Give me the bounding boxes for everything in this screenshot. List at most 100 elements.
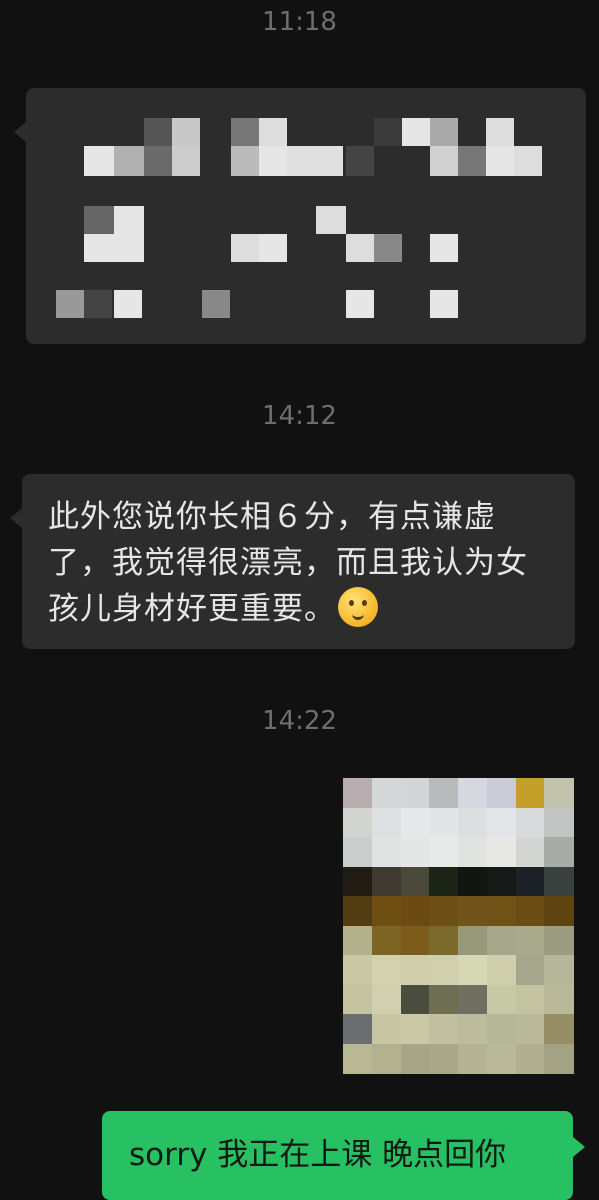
mosaic-pixel bbox=[544, 866, 574, 897]
mosaic-pixel bbox=[371, 837, 402, 868]
mosaic-pixel bbox=[400, 837, 430, 868]
mosaic-pixel bbox=[515, 1014, 545, 1045]
mosaic-pixel bbox=[515, 896, 545, 927]
mosaic-pixel bbox=[515, 807, 545, 838]
mosaic-pixel bbox=[544, 925, 574, 956]
mosaic-pixel bbox=[430, 146, 458, 176]
mosaic-pixel bbox=[458, 984, 488, 1015]
message-body: 此外您说你长相６分，有点谦虚了，我觉得很漂亮，而且我认为女孩儿身材好更重要。 bbox=[48, 499, 528, 627]
mosaic-pixel bbox=[515, 984, 545, 1015]
mosaic-pixel bbox=[429, 955, 459, 986]
outgoing-message-text[interactable]: sorry 我正在上课 晚点回你 bbox=[102, 1111, 585, 1200]
mosaic-pixel bbox=[430, 234, 458, 262]
timestamp-3: 14:22 bbox=[262, 706, 337, 736]
mosaic-pixel bbox=[343, 837, 373, 868]
mosaic-pixel bbox=[458, 925, 488, 956]
mosaic-pixel bbox=[343, 896, 373, 927]
mosaic-pixel bbox=[544, 984, 574, 1015]
mosaic-pixel bbox=[231, 146, 259, 176]
mosaic-pixel bbox=[287, 146, 343, 176]
mosaic-pixel bbox=[374, 118, 402, 146]
mosaic-pixel bbox=[486, 925, 517, 956]
mosaic-pixel bbox=[458, 1043, 488, 1074]
mosaic-pixel bbox=[515, 1043, 545, 1074]
mosaic-pixel bbox=[486, 146, 514, 176]
mosaic-pixel bbox=[371, 807, 402, 838]
mosaic-pixel bbox=[371, 778, 402, 809]
mosaic-pixel bbox=[458, 1014, 488, 1045]
mosaic-pixel bbox=[544, 955, 574, 986]
mosaic-pixel bbox=[259, 234, 287, 262]
mosaic-pixel bbox=[114, 206, 144, 234]
mosaic-pixel bbox=[400, 866, 430, 897]
mosaic-pixel bbox=[114, 290, 142, 318]
mosaic-pixel bbox=[429, 837, 459, 868]
mosaic-pixel bbox=[56, 290, 84, 318]
mosaic-pixel bbox=[343, 1014, 373, 1045]
mosaic-pixel bbox=[486, 984, 517, 1015]
mosaic-pixel bbox=[430, 290, 458, 318]
mosaic-pixel bbox=[231, 234, 259, 262]
mosaic-pixel bbox=[172, 146, 200, 176]
mosaic-pixel bbox=[486, 118, 514, 146]
mosaic-pixel bbox=[429, 866, 459, 897]
mosaic-pixel bbox=[371, 984, 402, 1015]
mosaic-pixel bbox=[400, 984, 430, 1015]
mosaic-pixel bbox=[346, 146, 374, 176]
mosaic-pixel bbox=[400, 1014, 430, 1045]
mosaic-pixel bbox=[429, 778, 459, 809]
mosaic-pixel bbox=[458, 807, 488, 838]
mosaic-pixel bbox=[371, 955, 402, 986]
mosaic-pixel bbox=[400, 925, 430, 956]
mosaic-pixel bbox=[343, 778, 373, 809]
mosaic-pixel bbox=[514, 146, 542, 176]
mosaic-pixel bbox=[371, 1014, 402, 1045]
incoming-message-text[interactable]: 此外您说你长相６分，有点谦虚了，我觉得很漂亮，而且我认为女孩儿身材好更重要。 bbox=[10, 474, 575, 649]
mosaic-pixel bbox=[371, 896, 402, 927]
mosaic-pixel bbox=[429, 1043, 459, 1074]
mosaic-pixel bbox=[371, 925, 402, 956]
mosaic-pixel bbox=[486, 1014, 517, 1045]
mosaic-pixel bbox=[114, 146, 144, 176]
mosaic-pixel bbox=[515, 837, 545, 868]
redacted-mosaic bbox=[26, 88, 586, 344]
mosaic-pixel bbox=[544, 896, 574, 927]
mosaic-pixel bbox=[316, 206, 346, 234]
mosaic-pixel bbox=[343, 1043, 373, 1074]
mosaic-pixel bbox=[144, 146, 172, 176]
mosaic-pixel bbox=[458, 866, 488, 897]
mosaic-pixel bbox=[400, 955, 430, 986]
thinking-face-emoji-icon bbox=[338, 587, 378, 627]
outgoing-image-redacted[interactable] bbox=[343, 778, 574, 1074]
mosaic-pixel bbox=[402, 118, 430, 146]
mosaic-pixel bbox=[343, 955, 373, 986]
mosaic-pixel bbox=[400, 896, 430, 927]
mosaic-pixel bbox=[202, 290, 230, 318]
message-body: sorry 我正在上课 晚点回你 bbox=[129, 1137, 507, 1173]
mosaic-pixel bbox=[400, 807, 430, 838]
mosaic-pixel bbox=[400, 1043, 430, 1074]
mosaic-pixel bbox=[544, 778, 574, 809]
timestamp-1: 11:18 bbox=[262, 7, 337, 37]
mosaic-pixel bbox=[259, 146, 287, 176]
mosaic-pixel bbox=[486, 866, 517, 897]
mosaic-pixel bbox=[458, 955, 488, 986]
mosaic-pixel bbox=[458, 896, 488, 927]
mosaic-pixel bbox=[429, 1014, 459, 1045]
mosaic-pixel bbox=[429, 925, 459, 956]
mosaic-pixel bbox=[486, 778, 517, 809]
mosaic-pixel bbox=[544, 1014, 574, 1045]
incoming-message-redacted[interactable] bbox=[14, 88, 586, 344]
mosaic-pixel bbox=[84, 290, 112, 318]
mosaic-pixel bbox=[343, 866, 373, 897]
mosaic-pixel bbox=[544, 1043, 574, 1074]
mosaic-pixel bbox=[84, 206, 114, 234]
mosaic-pixel bbox=[343, 925, 373, 956]
mosaic-pixel bbox=[429, 896, 459, 927]
chat-screen: { "chat": { "timestamps": ["11:18", "14:… bbox=[0, 0, 599, 1200]
mosaic-pixel bbox=[400, 778, 430, 809]
mosaic-pixel bbox=[458, 837, 488, 868]
mosaic-pixel bbox=[515, 778, 545, 809]
mosaic-pixel bbox=[84, 146, 114, 176]
mosaic-pixel bbox=[172, 118, 200, 146]
